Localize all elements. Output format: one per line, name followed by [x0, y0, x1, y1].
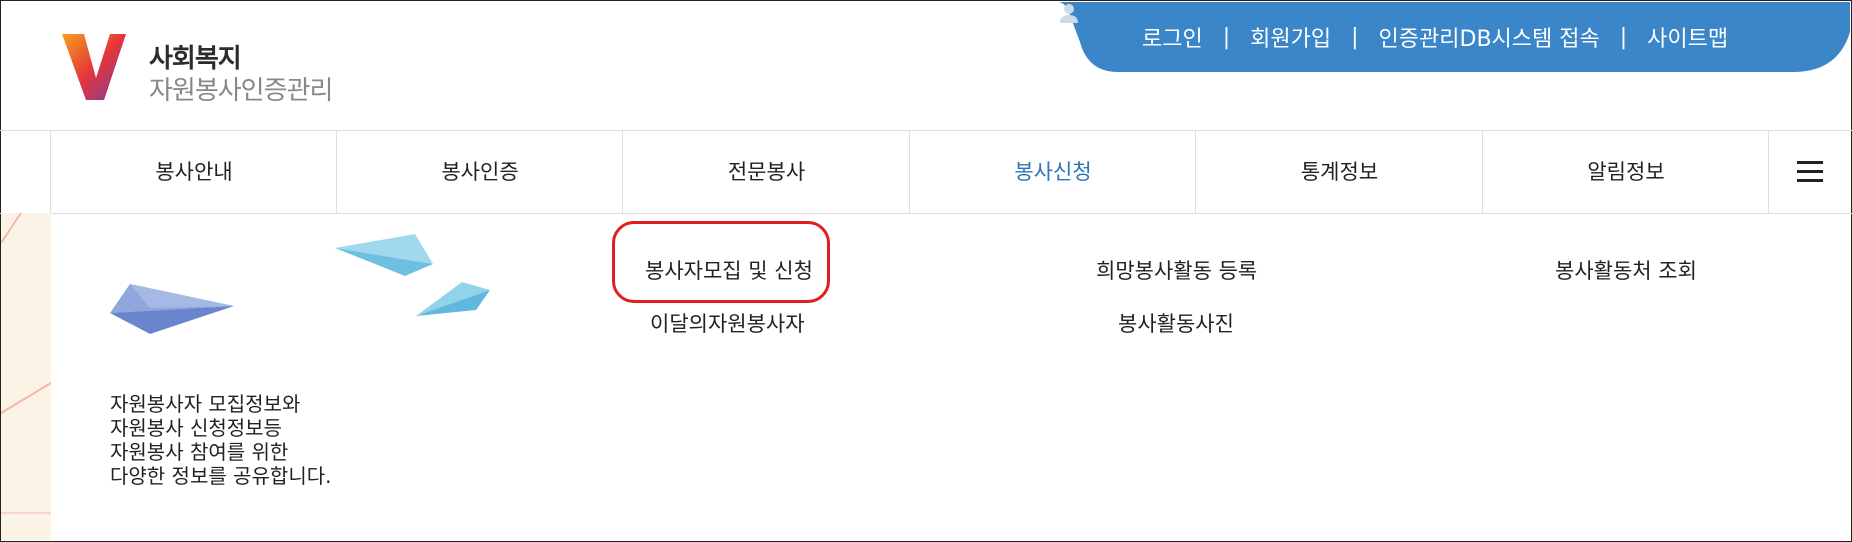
join-link[interactable]: 회원가입	[1250, 21, 1331, 53]
submenu-activity-photos[interactable]: 봉사활동사진	[1118, 308, 1234, 338]
login-link[interactable]: 로그인	[1060, 4, 1203, 53]
submenu-place-search[interactable]: 봉사활동처 조회	[1555, 255, 1697, 285]
utility-bar: 로그인 | 회원가입 | 인증관리DB시스템 접속 | 사이트맵	[1058, 2, 1850, 72]
nav-item-certification[interactable]: 봉사인증	[336, 131, 623, 213]
nav-item-notices[interactable]: 알림정보	[1482, 131, 1769, 213]
separator: |	[1222, 24, 1231, 50]
db-system-link[interactable]: 인증관리DB시스템 접속	[1379, 21, 1600, 53]
menu-description: 자원봉사자 모집정보와 자원봉사 신청정보등 자원봉사 참여를 위한 다양한 정…	[110, 392, 331, 488]
description-line: 다양한 정보를 공유합니다.	[110, 464, 332, 488]
paper-plane-icon	[335, 234, 433, 276]
submenu-volunteer-of-month[interactable]: 이달의자원봉사자	[650, 308, 805, 338]
hamburger-menu-icon[interactable]	[1768, 131, 1851, 213]
user-icon	[1060, 4, 1078, 23]
v-logo-icon[interactable]	[60, 32, 130, 102]
nav-item-application[interactable]: 봉사신청	[909, 131, 1196, 213]
sitemap-link[interactable]: 사이트맵	[1647, 21, 1728, 53]
separator: |	[1351, 24, 1359, 50]
nav-item-professional[interactable]: 전문봉사	[622, 131, 910, 213]
description-line: 자원봉사 참여를 위한	[110, 440, 289, 464]
login-label: 로그인	[1142, 27, 1203, 52]
decorative-strip	[1, 213, 51, 540]
description-line: 자원봉사자 모집정보와	[110, 392, 301, 416]
nav-item-service-guide[interactable]: 봉사안내	[50, 131, 337, 213]
separator: |	[1619, 24, 1628, 50]
paper-plane-icon	[110, 284, 234, 334]
main-nav: 봉사안내 봉사인증 전문봉사 봉사신청 통계정보 알림정보	[0, 130, 1852, 214]
paper-plane-icon	[416, 282, 490, 316]
nav-item-statistics[interactable]: 통계정보	[1195, 131, 1483, 213]
brand-subtitle: 자원봉사인증관리	[149, 76, 333, 106]
submenu-hope-register[interactable]: 희망봉사활동 등록	[1096, 255, 1257, 285]
highlight-circle	[612, 221, 830, 303]
description-line: 자원봉사 신청정보등	[110, 416, 282, 440]
